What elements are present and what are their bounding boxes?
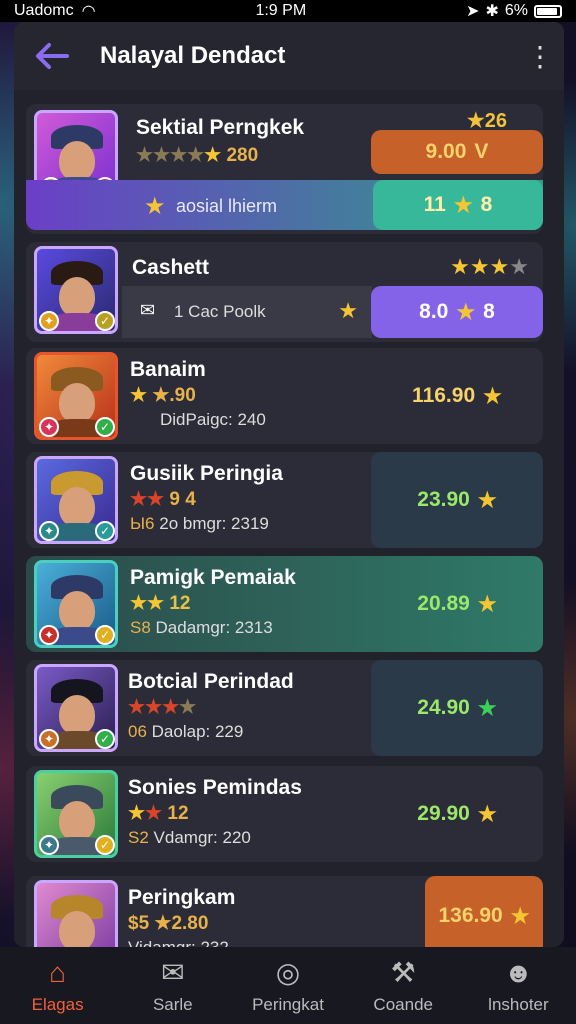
item-name: Gusiik Peringia xyxy=(130,462,283,485)
avatar: ✦ ✓ xyxy=(34,560,118,648)
nav-item-tools[interactable]: ⚒ Coande xyxy=(346,947,461,1024)
item-rating: ★★ 12 xyxy=(128,803,189,824)
item-name: Banaim xyxy=(130,358,206,381)
rank-badge-icon: ✦ xyxy=(39,311,59,331)
chevron-down-icon: V xyxy=(474,140,489,163)
avatar: ✦ ✓ xyxy=(34,352,118,440)
item-name: Sektial Perngkek xyxy=(136,116,305,139)
page-title: Nalayal Dendact xyxy=(100,42,286,69)
promo-value-button[interactable]: 11 ★ 8 xyxy=(373,180,543,230)
wifi-icon: ◠ xyxy=(81,3,96,20)
price-label[interactable]: 29.90 ★ xyxy=(371,766,543,862)
item-subtext: S8 Dadamgr: 2313 xyxy=(130,618,273,637)
item-name: Peringkam xyxy=(128,886,236,909)
mail-icon: ✉ xyxy=(161,957,185,988)
avatar: ✦ ✓ xyxy=(34,456,118,544)
item-name: Botcial Perindad xyxy=(128,670,294,693)
item-rating: $5 ★2.80 xyxy=(128,913,209,934)
rank-badge-icon: ✦ xyxy=(39,729,59,749)
promo-text: aosial lhierm xyxy=(176,196,278,216)
more-options-icon[interactable]: ⋮ xyxy=(526,40,554,73)
nav-label: Coande xyxy=(373,995,433,1014)
check-badge-icon: ✓ xyxy=(95,625,115,645)
nav-item-home[interactable]: ⌂ Elagas xyxy=(0,947,115,1024)
bluetooth-icon: ✱ xyxy=(485,3,499,20)
item-name: Sonies Pemindas xyxy=(128,776,302,799)
bottom-nav: ⌂ Elagas ✉ Sarle ◎ Peringkat ⚒ Coande ☻ … xyxy=(0,947,576,1024)
list-item[interactable]: Peringkam $5 ★2.80 Vidamgr: 232 136.90★ xyxy=(26,876,543,947)
item-subtext: 06 Daolap: 229 xyxy=(128,722,244,741)
tools-icon: ⚒ xyxy=(390,957,416,988)
profile-icon: ☻ xyxy=(503,956,534,988)
list-item[interactable]: ✦ ✓ Banaim ★ ★.90 DidPaigc: 240 116.90 ★ xyxy=(26,348,543,444)
list-item[interactable]: ✦ ✓ Pamigk Pemaiak ★★ 12 S8 Dadamgr: 231… xyxy=(26,556,543,652)
avatar: ✦ ✓ xyxy=(34,246,118,334)
nav-item-ranking[interactable]: ◎ Peringkat xyxy=(230,947,345,1024)
battery-icon xyxy=(533,4,562,18)
nav-item-mail[interactable]: ✉ Sarle xyxy=(115,947,230,1024)
check-badge-icon: ✓ xyxy=(95,729,115,749)
list-item[interactable]: ✦ ♥ Sektial Perngkek ★★★★★ 280 ★26 9.00V… xyxy=(26,104,543,234)
list-item[interactable]: ✦ ✓ Sonies Pemindas ★★ 12 S2 Vdamgr: 220… xyxy=(26,766,543,862)
price-label[interactable]: 24.90 ★ xyxy=(371,660,543,756)
rank-badge-icon: ✦ xyxy=(39,521,59,541)
item-name: Cashett xyxy=(132,256,210,279)
mail-icon: ✉ xyxy=(140,300,156,320)
item-rating: ★★★★★ 280 xyxy=(136,145,259,166)
price-label[interactable]: 23.90 ★ xyxy=(371,452,543,548)
price-button[interactable]: 136.90 ★ xyxy=(425,876,543,947)
status-bar: Uadomc ◠ 1:9 PM ➤ ✱ 6% xyxy=(0,0,576,22)
top-bar: Nalayal Dendact ⋮ xyxy=(14,22,564,90)
list-item[interactable]: ✦ ✓ Cashett ★★★★ ✉ 1 Cac Poolk ★ 8.0 ★ 8 xyxy=(26,242,543,342)
item-rating: ★★ 12 xyxy=(130,593,191,614)
price-label[interactable]: 20.89 ★ xyxy=(371,556,543,652)
item-subtext: Ы6 2o bmgr: 2319 xyxy=(130,514,269,533)
ranking-icon: ◎ xyxy=(275,957,301,988)
nav-label: Sarle xyxy=(152,995,193,1014)
nav-item-profile[interactable]: ☻ lnshoter xyxy=(461,947,576,1024)
item-subtext: DidPaigc: 240 xyxy=(160,410,266,429)
item-rating: ★★ 9 4 xyxy=(130,489,196,510)
list-item[interactable]: ✦ ✓ Gusiik Peringia ★★ 9 4 Ы6 2o bmgr: 2… xyxy=(26,452,543,548)
rank-badge-icon: ✦ xyxy=(39,625,59,645)
item-stars: ★★★★ xyxy=(450,254,529,279)
check-badge-icon: ✓ xyxy=(95,835,115,855)
location-icon: ➤ xyxy=(466,3,480,20)
nav-label: lnshoter xyxy=(488,994,549,1014)
nav-label: Peringkat xyxy=(252,995,324,1014)
info-row: ✉ 1 Cac Poolk ★ xyxy=(122,286,372,338)
home-icon: ⌂ xyxy=(49,956,67,988)
carrier-label: Uadomc xyxy=(14,2,74,19)
item-subtext: Vidamgr: 232 xyxy=(128,938,229,947)
star-icon: ★ xyxy=(144,193,166,220)
avatar: ✦ ✓ xyxy=(34,770,118,858)
avatar: ✦ ✓ xyxy=(34,664,118,752)
nav-label: Elagas xyxy=(31,994,84,1014)
item-name: Pamigk Pemaiak xyxy=(130,566,296,589)
battery-percent: 6% xyxy=(504,2,528,19)
avatar xyxy=(34,880,118,947)
price-button[interactable]: 8.0 ★ 8 xyxy=(371,286,543,338)
info-text: 1 Cac Poolk xyxy=(174,302,266,321)
price-button[interactable]: 9.00 V xyxy=(371,130,543,174)
clock: 1:9 PM xyxy=(255,2,307,19)
main-panel: Nalayal Dendact ⋮ ✦ ♥ Sektial Perngkek ★… xyxy=(14,22,564,947)
list-item[interactable]: ✦ ✓ Botcial Perindad ★★★★ 06 Daolap: 229… xyxy=(26,660,543,756)
rank-badge-icon: ✦ xyxy=(39,835,59,855)
rank-badge-icon: ✦ xyxy=(39,417,59,437)
item-rating: ★ ★.90 xyxy=(130,385,196,406)
check-badge-icon: ✓ xyxy=(95,311,115,331)
star-icon: ★ xyxy=(338,298,358,323)
check-badge-icon: ✓ xyxy=(95,521,115,541)
item-subtext: S2 Vdamgr: 220 xyxy=(128,828,251,847)
price-label[interactable]: 116.90 ★ xyxy=(371,348,543,444)
back-arrow-icon[interactable] xyxy=(32,36,72,76)
check-badge-icon: ✓ xyxy=(95,417,115,437)
item-rating: ★★★★ xyxy=(128,697,197,718)
